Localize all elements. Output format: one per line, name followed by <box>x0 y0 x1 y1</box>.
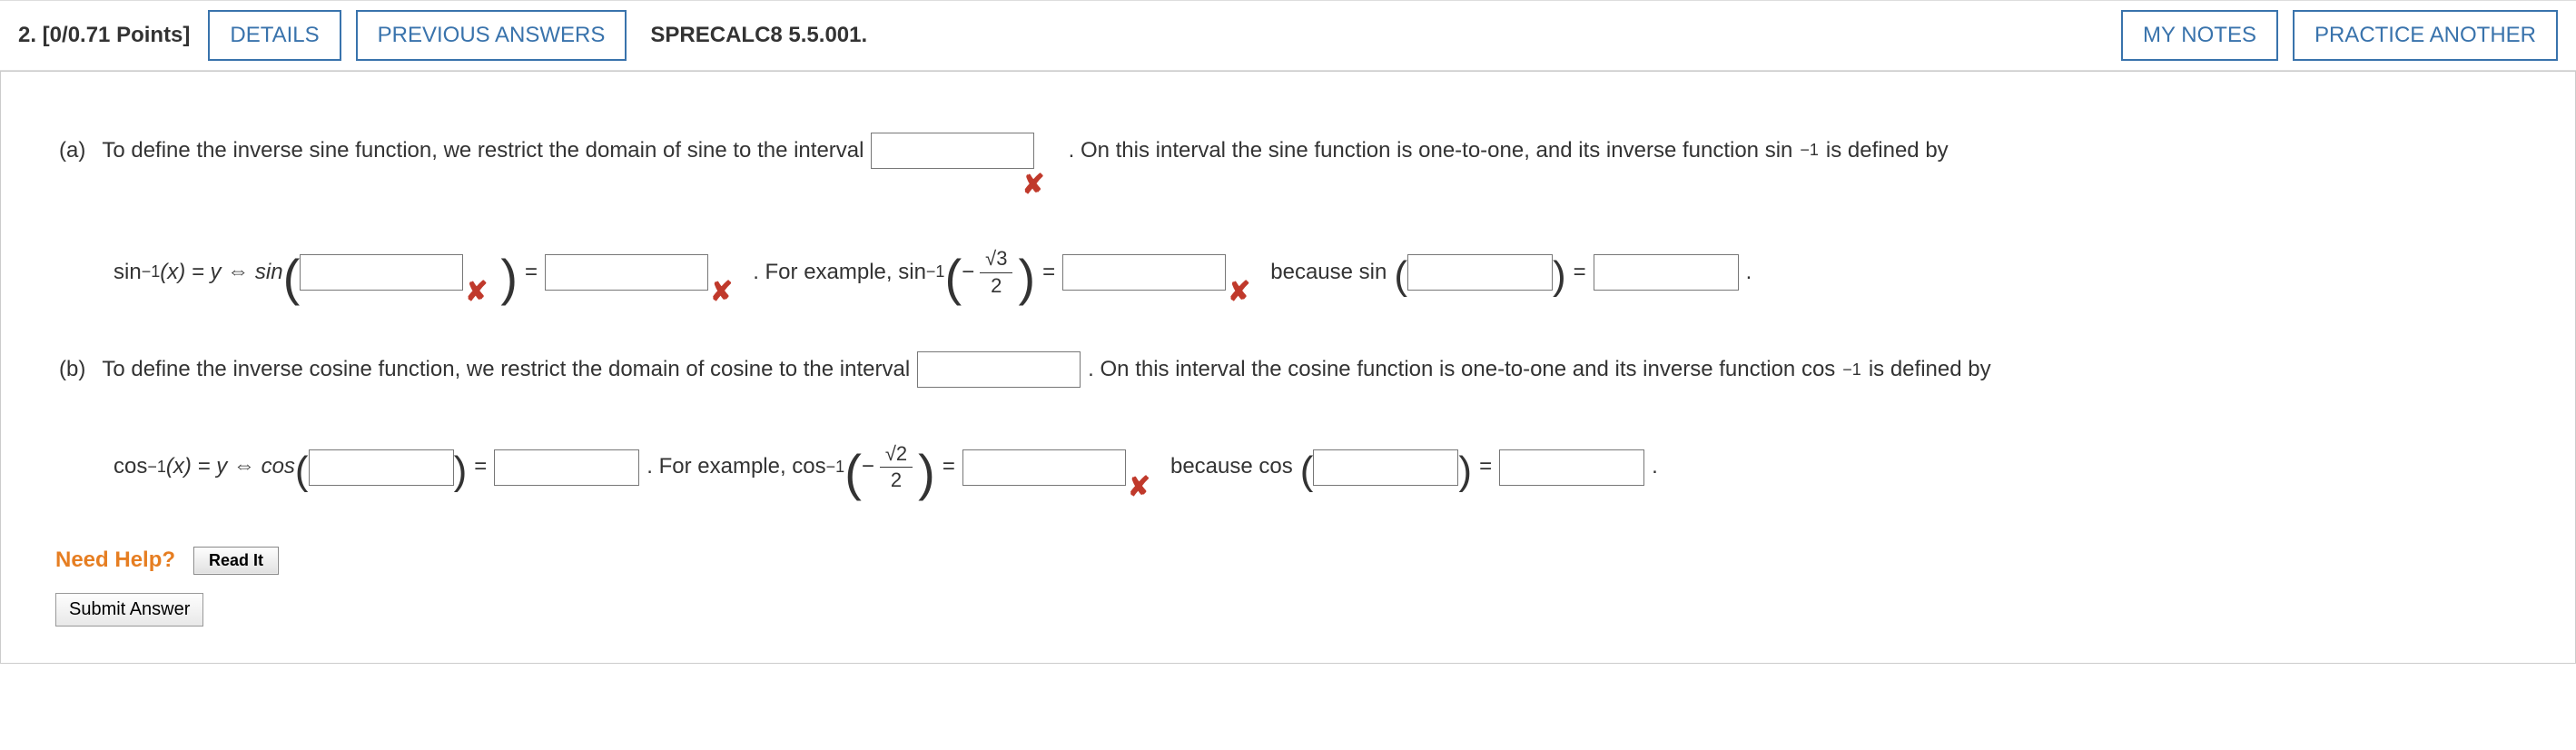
part-a-line2: sin−1(x) = y ⇔ sin ( ✘ ) = ✘ . For examp… <box>55 239 2521 306</box>
eq-text: (x) = y ⇔ sin <box>160 249 282 297</box>
superscript-neg1: −1 <box>147 449 166 486</box>
part-a-interval-input[interactable] <box>871 133 1034 169</box>
details-button[interactable]: DETAILS <box>208 10 341 61</box>
cos-label: cos <box>114 443 147 491</box>
need-help-label: Need Help? <box>55 548 175 573</box>
equals: = <box>943 443 955 491</box>
question-content: (a) To define the inverse sine function,… <box>0 71 2576 664</box>
part-a-text2: . On this interval the sine function is … <box>1069 127 1793 175</box>
part-b-line2: cos−1(x) = y ⇔ cos ( ) = . For example, … <box>55 434 2521 501</box>
part-a-line1: (a) To define the inverse sine function,… <box>55 99 2521 202</box>
numerator: √2 <box>880 443 913 468</box>
my-notes-button[interactable]: MY NOTES <box>2121 10 2278 61</box>
wrong-icon: ✘ <box>1128 458 1150 518</box>
superscript-neg1: −1 <box>1800 133 1819 169</box>
question-reference: SPRECALC8 5.5.001. <box>650 23 867 48</box>
need-help-row: Need Help? Read It <box>55 547 2521 575</box>
part-a-label: (a) <box>59 127 85 175</box>
part-b-text3: is defined by <box>1869 346 1991 394</box>
superscript-neg1: −1 <box>826 449 845 486</box>
example-text: . For example, cos <box>646 443 825 491</box>
part-b-line1: (b) To define the inverse cosine functio… <box>55 342 2521 398</box>
example-text: . For example, sin <box>753 249 926 297</box>
part-a-because-arg-input[interactable] <box>1407 254 1553 291</box>
equals: = <box>474 443 487 491</box>
fraction: √3 2 <box>980 248 1012 296</box>
wrong-icon: ✘ <box>1228 262 1250 322</box>
part-b-interval-input[interactable] <box>917 351 1081 388</box>
part-a-because-result-input[interactable] <box>1594 254 1739 291</box>
because-text: because sin <box>1270 249 1387 297</box>
part-a-text1: To define the inverse sine function, we … <box>102 127 864 175</box>
part-a-sin-arg-input[interactable] <box>300 254 463 291</box>
part-a-sin-result-input[interactable] <box>545 254 708 291</box>
practice-another-button[interactable]: PRACTICE ANOTHER <box>2293 10 2558 61</box>
superscript-neg1: −1 <box>926 254 945 291</box>
equals: = <box>1042 249 1055 297</box>
part-b-text2: . On this interval the cosine function i… <box>1088 346 1835 394</box>
numerator: √3 <box>980 248 1012 272</box>
part-b-because-result-input[interactable] <box>1499 449 1644 486</box>
denominator: 2 <box>891 468 902 491</box>
wrong-icon: ✘ <box>710 262 733 322</box>
part-b-example-result-input[interactable] <box>962 449 1126 486</box>
part-b-because-arg-input[interactable] <box>1313 449 1458 486</box>
minus: − <box>862 443 874 491</box>
equals: = <box>1479 443 1492 491</box>
sin-label: sin <box>114 249 142 297</box>
part-a-example-result-input[interactable] <box>1062 254 1226 291</box>
period: . <box>1652 443 1658 491</box>
eq-text: (x) = y ⇔ cos <box>166 443 295 491</box>
equals: = <box>1574 249 1586 297</box>
question-header: 2. [0/0.71 Points] DETAILS PREVIOUS ANSW… <box>0 0 2576 71</box>
wrong-icon: ✘ <box>465 262 488 322</box>
minus: − <box>962 249 974 297</box>
part-b-cos-result-input[interactable] <box>494 449 639 486</box>
equals: = <box>525 249 538 297</box>
read-it-button[interactable]: Read It <box>193 547 279 575</box>
because-text: because cos <box>1170 443 1293 491</box>
denominator: 2 <box>991 273 1002 297</box>
superscript-neg1: −1 <box>1842 352 1861 389</box>
fraction: √2 2 <box>880 443 913 491</box>
part-b-cos-arg-input[interactable] <box>309 449 454 486</box>
part-b-text1: To define the inverse cosine function, w… <box>102 346 910 394</box>
question-points: 2. [0/0.71 Points] <box>18 23 190 48</box>
wrong-icon: ✘ <box>1022 155 1044 215</box>
period: . <box>1746 249 1752 297</box>
previous-answers-button[interactable]: PREVIOUS ANSWERS <box>356 10 627 61</box>
part-a-text3: is defined by <box>1826 127 1949 175</box>
submit-answer-button[interactable]: Submit Answer <box>55 593 203 627</box>
superscript-neg1: −1 <box>142 254 161 291</box>
part-b-label: (b) <box>59 346 85 394</box>
